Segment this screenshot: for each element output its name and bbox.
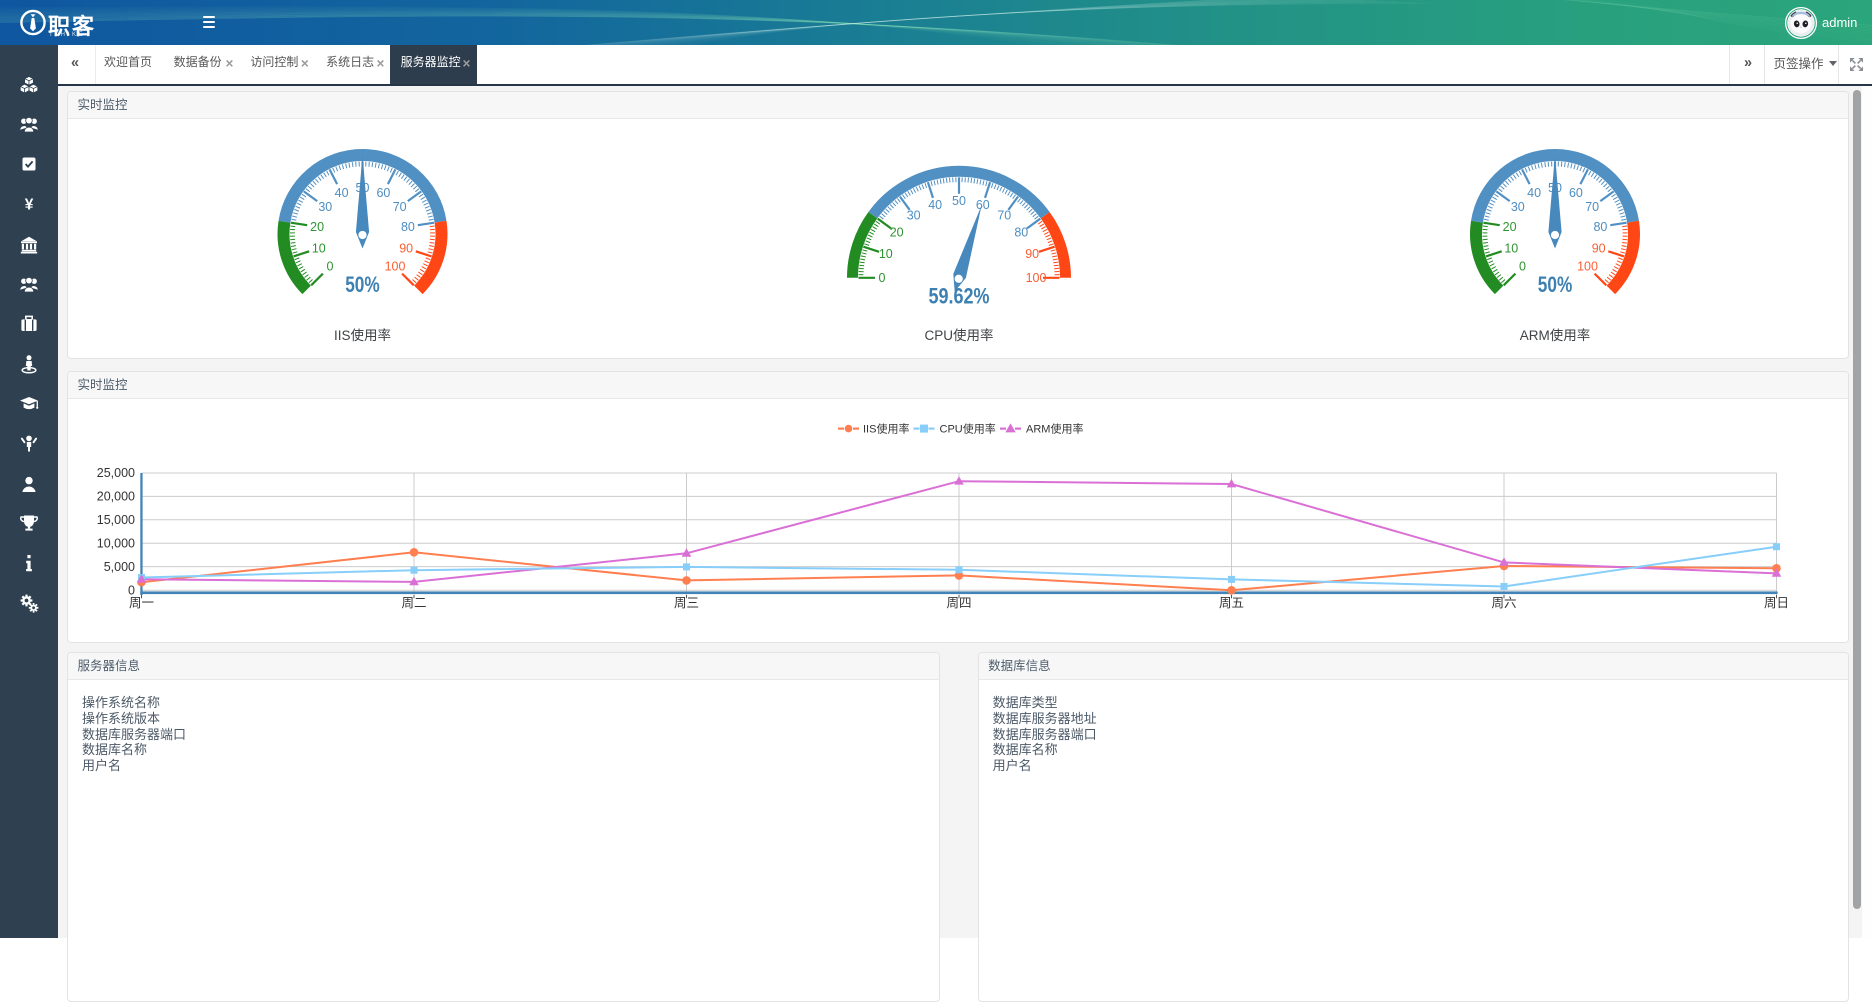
- svg-text:50%: 50%: [1538, 272, 1573, 297]
- svg-text:40: 40: [335, 186, 349, 200]
- svg-text:90: 90: [1592, 241, 1606, 255]
- svg-text:周一: 周一: [129, 596, 154, 610]
- svg-text:周日: 周日: [1764, 596, 1789, 610]
- svg-text:59.62%: 59.62%: [929, 283, 990, 308]
- svg-text:周五: 周五: [1219, 596, 1244, 610]
- svg-text:10,000: 10,000: [97, 536, 135, 550]
- svg-text:0: 0: [879, 271, 886, 285]
- svg-text:20: 20: [1503, 220, 1517, 234]
- svg-text:90: 90: [399, 241, 413, 255]
- svg-text:90: 90: [1025, 247, 1039, 261]
- svg-text:IIS使用率: IIS使用率: [334, 327, 391, 343]
- svg-text:100: 100: [1026, 271, 1047, 285]
- svg-text:IIS使用率: IIS使用率: [863, 422, 909, 436]
- svg-text:CPU使用率: CPU使用率: [940, 422, 996, 436]
- svg-text:¥: ¥: [24, 197, 33, 214]
- svg-text:50%: 50%: [345, 272, 380, 297]
- svg-text:0: 0: [327, 260, 334, 274]
- svg-text:50: 50: [952, 194, 966, 208]
- svg-text:30: 30: [1511, 200, 1525, 214]
- svg-text:20: 20: [890, 226, 904, 240]
- svg-text:60: 60: [1569, 186, 1583, 200]
- svg-text:ARM使用率: ARM使用率: [1026, 422, 1083, 436]
- svg-text:周二: 周二: [401, 596, 426, 610]
- svg-text:25,000: 25,000: [97, 466, 135, 480]
- svg-text:10: 10: [1504, 241, 1518, 255]
- svg-text:10: 10: [879, 247, 893, 261]
- svg-text:15,000: 15,000: [97, 513, 135, 527]
- svg-text:30: 30: [907, 209, 921, 223]
- svg-text:20,000: 20,000: [97, 490, 135, 504]
- svg-text:60: 60: [976, 198, 990, 212]
- svg-text:70: 70: [393, 200, 407, 214]
- svg-text:30: 30: [318, 200, 332, 214]
- svg-text:60: 60: [376, 186, 390, 200]
- svg-text:40: 40: [928, 198, 942, 212]
- svg-text:100: 100: [1577, 260, 1598, 274]
- svg-text:100: 100: [385, 260, 406, 274]
- svg-text:40: 40: [1527, 186, 1541, 200]
- svg-text:CPU使用率: CPU使用率: [924, 327, 993, 343]
- svg-text:周六: 周六: [1491, 596, 1516, 610]
- svg-text:80: 80: [1014, 226, 1028, 240]
- svg-text:80: 80: [1593, 220, 1607, 234]
- svg-text:10: 10: [312, 241, 326, 255]
- svg-text:ARM使用率: ARM使用率: [1520, 327, 1591, 343]
- svg-text:0: 0: [1519, 260, 1526, 274]
- svg-text:80: 80: [401, 220, 415, 234]
- svg-text:70: 70: [997, 209, 1011, 223]
- svg-text:70: 70: [1585, 200, 1599, 214]
- svg-text:20: 20: [310, 220, 324, 234]
- svg-text:5,000: 5,000: [104, 560, 135, 574]
- svg-text:周三: 周三: [674, 596, 699, 610]
- svg-text:周四: 周四: [946, 596, 971, 610]
